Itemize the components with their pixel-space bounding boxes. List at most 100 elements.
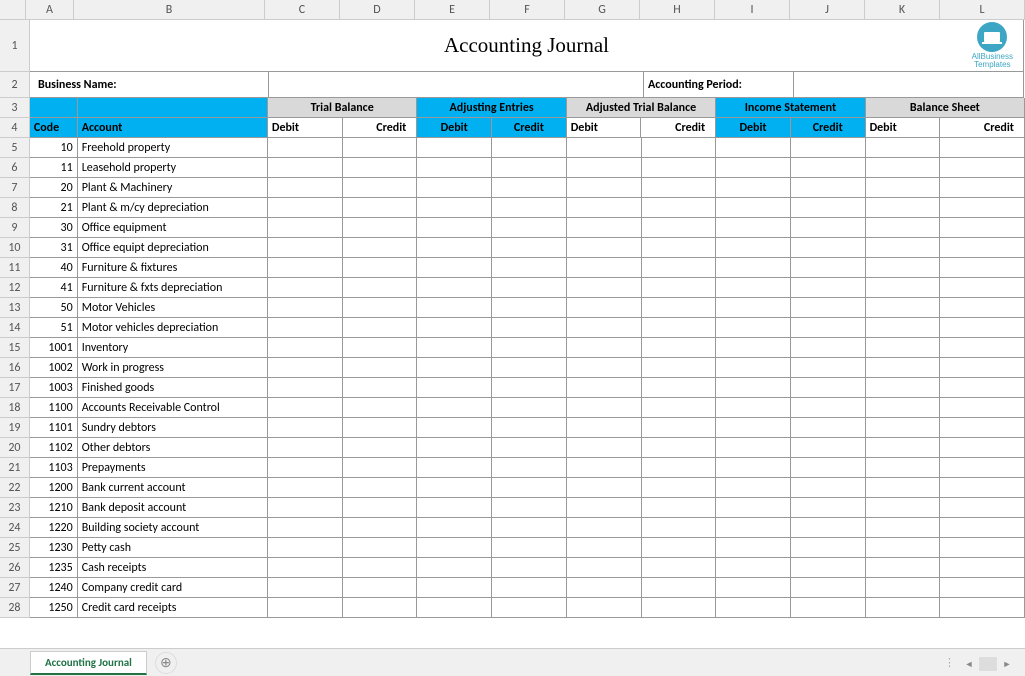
data-cell[interactable] [567,498,642,518]
data-cell[interactable] [866,138,941,158]
data-cell[interactable] [716,278,791,298]
column-header-F[interactable]: F [490,0,565,20]
data-cell[interactable] [567,518,642,538]
data-cell[interactable] [791,318,866,338]
data-cell[interactable] [940,378,1025,398]
data-cell[interactable] [642,458,717,478]
data-cell[interactable] [268,158,343,178]
row-header[interactable]: 21 [0,458,30,478]
account-cell[interactable]: Accounts Receivable Control [78,398,268,418]
data-cell[interactable] [642,318,717,338]
data-cell[interactable] [567,398,642,418]
data-cell[interactable] [567,238,642,258]
data-cell[interactable] [866,578,941,598]
data-cell[interactable] [492,478,567,498]
data-cell[interactable] [343,518,418,538]
data-cell[interactable] [492,318,567,338]
data-cell[interactable] [716,218,791,238]
account-cell[interactable]: Work in progress [78,358,268,378]
row-header[interactable]: 9 [0,218,30,238]
data-cell[interactable] [866,198,941,218]
data-cell[interactable] [642,438,717,458]
row-header[interactable]: 20 [0,438,30,458]
data-cell[interactable] [492,238,567,258]
data-cell[interactable] [567,258,642,278]
scroll-left-icon[interactable]: ◄ [961,656,977,672]
code-cell[interactable]: 1103 [30,458,78,478]
data-cell[interactable] [268,358,343,378]
column-header-L[interactable]: L [940,0,1025,20]
data-cell[interactable] [716,178,791,198]
subheader-credit[interactable]: Credit [492,118,567,138]
data-cell[interactable] [716,498,791,518]
data-cell[interactable] [940,238,1025,258]
data-cell[interactable] [567,338,642,358]
data-cell[interactable] [791,198,866,218]
section-income-statement[interactable]: Income Statement [716,98,865,118]
row-header[interactable]: 28 [0,598,30,618]
data-cell[interactable] [866,318,941,338]
data-cell[interactable] [940,458,1025,478]
data-cell[interactable] [417,518,492,538]
data-cell[interactable] [716,418,791,438]
row-header[interactable]: 23 [0,498,30,518]
account-cell[interactable]: Freehold property [78,138,268,158]
account-cell[interactable]: Office equipment [78,218,268,238]
subheader-credit[interactable]: Credit [641,118,716,138]
data-cell[interactable] [940,538,1025,558]
column-header-E[interactable]: E [415,0,490,20]
data-cell[interactable] [343,538,418,558]
data-cell[interactable] [417,458,492,478]
account-cell[interactable]: Cash receipts [78,558,268,578]
data-cell[interactable] [268,238,343,258]
subheader-credit[interactable]: Credit [791,118,866,138]
horizontal-scroll[interactable]: ◄ ► [961,656,1015,672]
data-cell[interactable] [268,338,343,358]
data-cell[interactable] [940,338,1025,358]
data-cell[interactable] [268,558,343,578]
data-cell[interactable] [268,318,343,338]
account-cell[interactable]: Petty cash [78,538,268,558]
data-cell[interactable] [417,478,492,498]
data-cell[interactable] [791,158,866,178]
data-cell[interactable] [492,298,567,318]
data-cell[interactable] [492,598,567,618]
row-header[interactable]: 22 [0,478,30,498]
data-cell[interactable] [567,178,642,198]
data-cell[interactable] [866,418,941,438]
data-cell[interactable] [417,598,492,618]
data-cell[interactable] [866,498,941,518]
sheet-tab[interactable]: Accounting Journal [30,651,147,675]
data-cell[interactable] [716,158,791,178]
accounting-period-value[interactable] [794,72,1024,98]
data-cell[interactable] [940,418,1025,438]
data-cell[interactable] [417,238,492,258]
code-cell[interactable]: 50 [30,298,78,318]
account-cell[interactable]: Prepayments [78,458,268,478]
data-cell[interactable] [940,158,1025,178]
data-cell[interactable] [866,538,941,558]
data-cell[interactable] [642,178,717,198]
row-header[interactable]: 5 [0,138,30,158]
data-cell[interactable] [940,518,1025,538]
data-cell[interactable] [642,418,717,438]
data-cell[interactable] [866,358,941,378]
account-cell[interactable]: Building society account [78,518,268,538]
data-cell[interactable] [417,278,492,298]
data-cell[interactable] [268,538,343,558]
account-cell[interactable]: Inventory [78,338,268,358]
data-cell[interactable] [791,358,866,378]
column-header-K[interactable]: K [865,0,940,20]
row-header[interactable]: 15 [0,338,30,358]
data-cell[interactable] [492,458,567,478]
data-cell[interactable] [866,558,941,578]
data-cell[interactable] [417,258,492,278]
data-cell[interactable] [567,598,642,618]
code-cell[interactable]: 1100 [30,398,78,418]
code-cell[interactable]: 1003 [30,378,78,398]
code-cell[interactable]: 31 [30,238,78,258]
data-cell[interactable] [791,298,866,318]
data-cell[interactable] [642,498,717,518]
select-all-corner[interactable] [0,0,26,20]
code-cell[interactable]: 1001 [30,338,78,358]
